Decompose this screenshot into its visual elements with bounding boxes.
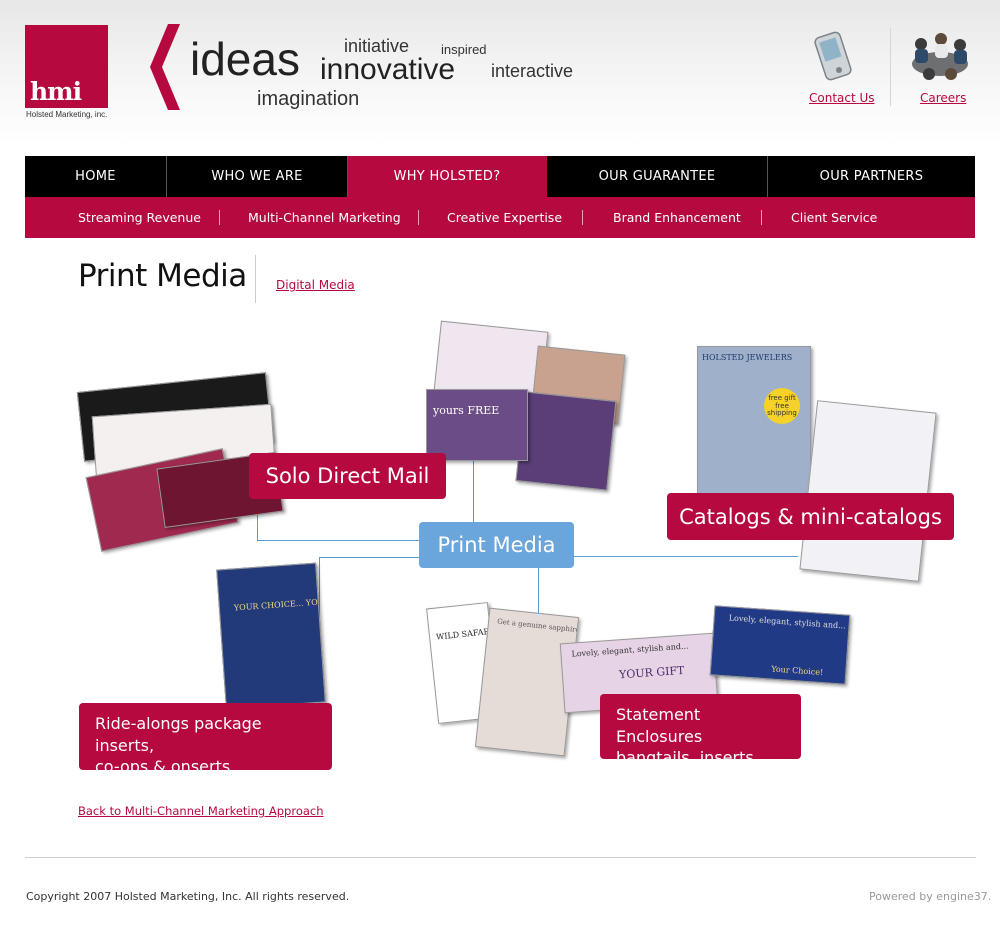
subnav-streaming-revenue[interactable]: Streaming Revenue [78,197,201,238]
catalog-spread-image [515,391,617,491]
contact-us-link[interactable]: Contact Us [809,91,875,105]
free-shipping-badge: free gift free shipping [764,388,800,424]
catalog-brand-text: HOLSTED JEWELERS [702,353,793,362]
lovely-text-2: Lovely, elegant, stylish and... [728,613,847,631]
subnav-separator [418,210,419,225]
sub-nav: Streaming Revenue Multi-Channel Marketin… [25,197,975,238]
tagline-interactive: interactive [491,61,574,81]
pda-icon[interactable] [812,30,858,84]
your-choice-short-text: Your Choice! [770,664,824,678]
subnav-separator [219,210,220,225]
your-choice-text: YOUR CHOICE... YOURS FREE! [233,594,326,613]
logo-text: hmi [30,77,82,106]
connector-line [538,568,539,614]
catalogs-label[interactable]: Catalogs & mini-catalogs [667,493,954,540]
hmi-logo[interactable]: hmi [25,25,108,108]
genuine-sapphire-text: Get a genuine sapphire bracelet [496,617,580,638]
subnav-brand-enhancement[interactable]: Brand Enhancement [613,197,741,238]
connector-line [574,556,798,557]
nav-home[interactable]: HOME [25,156,167,197]
holsted-catalog-image: HOLSTED JEWELERS [697,346,811,496]
your-gift-text: YOUR GIFT [618,663,685,682]
subnav-separator [761,210,762,225]
subnav-client-service[interactable]: Client Service [791,197,877,238]
title-divider [255,255,256,303]
powered-by-link[interactable]: Powered by engine37. [869,890,991,903]
tagline-imagination: imagination [257,88,360,110]
your-choice-bangtail-image: Lovely, elegant, stylish and... Your Cho… [709,605,851,685]
logo-caption: Holsted Marketing, inc. [26,110,108,119]
mini-catalog-image [799,400,937,582]
connector-line [257,540,419,541]
connector-line [319,557,419,558]
subnav-multi-channel-marketing[interactable]: Multi-Channel Marketing [248,197,401,238]
tagline-innovative: innovative [320,53,456,86]
people-meeting-icon[interactable] [907,30,973,86]
main-nav: HOME WHO WE ARE WHY HOLSTED? OUR GUARANT… [25,156,975,197]
copyright-text: Copyright 2007 Holsted Marketing, Inc. A… [26,890,350,903]
footer-divider [25,857,976,858]
nav-why-holsted[interactable]: WHY HOLSTED? [348,156,547,197]
nav-who-we-are[interactable]: WHO WE ARE [167,156,348,197]
chevron-left-icon [150,24,180,110]
solo-direct-mail-label[interactable]: Solo Direct Mail [249,453,446,499]
digital-media-link[interactable]: Digital Media [276,278,355,292]
connector-line [473,458,474,522]
nav-our-partners[interactable]: OUR PARTNERS [768,156,975,197]
subnav-separator [582,210,583,225]
header-divider [890,28,891,106]
lovely-text: Lovely, elegant, stylish and... [571,641,689,659]
tagline-ideas: ideas [190,33,300,85]
statement-enclosures-label[interactable]: Statement Enclosures bangtails, inserts [600,694,801,767]
print-media-center-node[interactable]: Print Media [419,522,574,568]
your-choice-insert-image: YOUR CHOICE... YOURS FREE! [216,562,326,710]
back-to-approach-link[interactable]: Back to Multi-Channel Marketing Approach [78,804,324,818]
page-title: Print Media [78,258,247,294]
subnav-creative-expertise[interactable]: Creative Expertise [447,197,562,238]
yours-free-mailer-image: yours FREE [426,389,528,461]
wild-safari-text: WILD SAFARI [435,626,494,642]
careers-link[interactable]: Careers [920,91,966,105]
yours-free-text: yours FREE [433,404,500,417]
nav-our-guarantee[interactable]: OUR GUARANTEE [547,156,768,197]
ride-alongs-label[interactable]: Ride-alongs package inserts, co-ops & on… [79,703,332,776]
